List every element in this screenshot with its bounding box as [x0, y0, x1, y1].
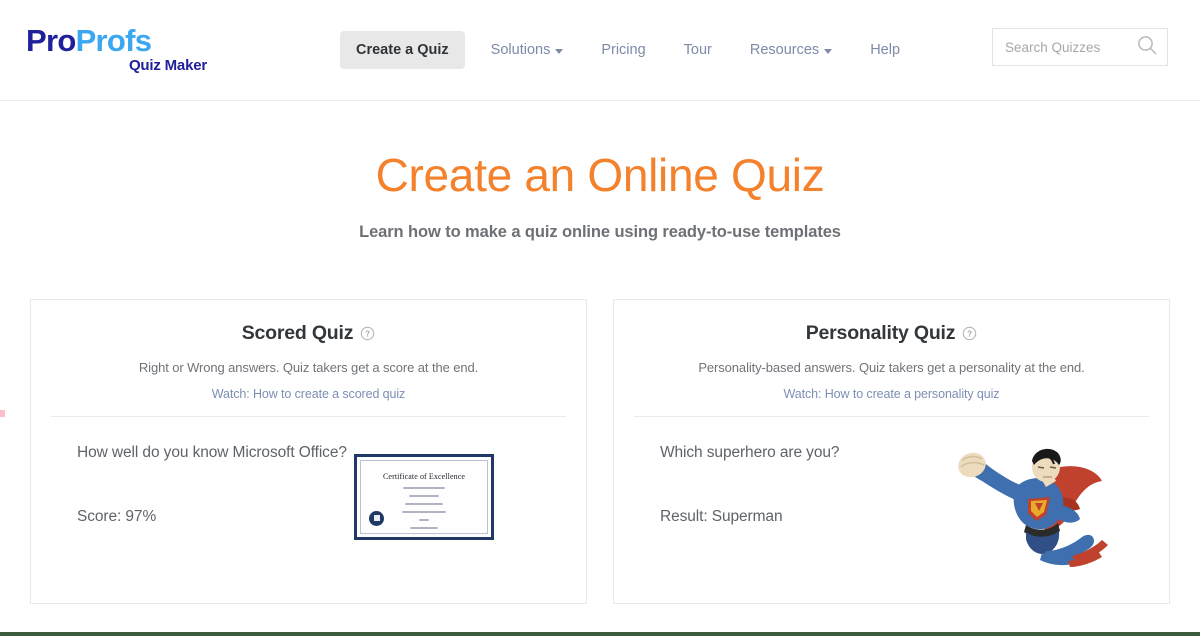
offscreen-edge-sliver [0, 410, 5, 417]
svg-text:?: ? [365, 330, 370, 339]
nav-item-create-a-quiz[interactable]: Create a Quiz [340, 31, 465, 69]
card-watch-link[interactable]: Watch: How to create a personality quiz [634, 387, 1149, 401]
hero-section: Create an Online Quiz Learn how to make … [0, 101, 1200, 242]
certificate-preview-image: Certificate of Excellence [354, 453, 494, 540]
card-description: Right or Wrong answers. Quiz takers get … [138, 359, 479, 375]
main-navigation: Create a Quiz Solutions Pricing Tour Res… [340, 31, 919, 69]
certificate-title: Certificate of Excellence [382, 471, 465, 481]
logo-text-profs: Profs [75, 22, 152, 58]
card-scored-quiz[interactable]: Scored Quiz ? Right or Wrong answers. Qu… [30, 298, 587, 604]
question-mark-circle-icon[interactable]: ? [360, 326, 375, 341]
search-box[interactable] [992, 28, 1168, 66]
nav-label: Solutions [490, 42, 551, 58]
logo-text-pro: Pro [26, 22, 76, 58]
certificate-text-line [403, 486, 445, 489]
card-title: Scored Quiz ? [51, 322, 566, 345]
nav-item-solutions[interactable]: Solutions [472, 42, 583, 58]
question-mark-circle-icon[interactable]: ? [962, 326, 977, 341]
search-input[interactable] [1005, 39, 1134, 55]
nav-label: Help [870, 42, 901, 58]
quiz-type-cards: Scored Quiz ? Right or Wrong answers. Qu… [0, 298, 1200, 604]
card-personality-quiz[interactable]: Personality Quiz ? Personality-based ans… [613, 298, 1170, 604]
card-title-label: Personality Quiz [805, 321, 956, 344]
nav-label: Resources [749, 42, 820, 58]
card-title: Personality Quiz ? [634, 322, 1149, 345]
nav-item-tour[interactable]: Tour [665, 42, 731, 58]
certificate-text-line [419, 518, 429, 521]
card-body: How well do you know Microsoft Office? S… [51, 417, 566, 540]
nav-label: Tour [683, 42, 712, 58]
nav-label: Create a Quiz [356, 42, 449, 58]
page-title: Create an Online Quiz [375, 149, 825, 201]
search-icon[interactable] [1136, 34, 1158, 61]
svg-text:?: ? [967, 330, 972, 339]
certificate-text-line [410, 526, 438, 529]
certificate-seal-icon [369, 510, 384, 526]
viewport-bottom-edge [0, 632, 1200, 636]
proprofs-logo[interactable]: ProProfs Quiz Maker [26, 25, 208, 76]
chevron-down-icon [555, 48, 564, 54]
page-subtitle: Learn how to make a quiz online using re… [359, 222, 841, 241]
certificate-text-line [402, 510, 446, 513]
certificate-text-line [405, 502, 443, 505]
card-watch-link[interactable]: Watch: How to create a scored quiz [51, 387, 566, 401]
card-description: Personality-based answers. Quiz takers g… [698, 359, 1085, 375]
logo-wordmark: ProProfs [26, 25, 208, 56]
nav-label: Pricing [601, 42, 646, 58]
site-header: ProProfs Quiz Maker Create a Quiz Soluti… [0, 0, 1200, 101]
certificate-text-line [409, 494, 439, 497]
chevron-down-icon [824, 48, 833, 54]
superman-illustration [946, 439, 1114, 569]
logo-subtitle: Quiz Maker [128, 56, 207, 74]
certificate-inner-frame: Certificate of Excellence [360, 459, 488, 534]
nav-item-resources[interactable]: Resources [731, 42, 851, 58]
nav-item-help[interactable]: Help [851, 42, 919, 58]
nav-item-pricing[interactable]: Pricing [582, 42, 664, 58]
card-body: Which superhero are you? Result: Superma… [634, 417, 1149, 567]
card-title-label: Scored Quiz [241, 321, 354, 344]
